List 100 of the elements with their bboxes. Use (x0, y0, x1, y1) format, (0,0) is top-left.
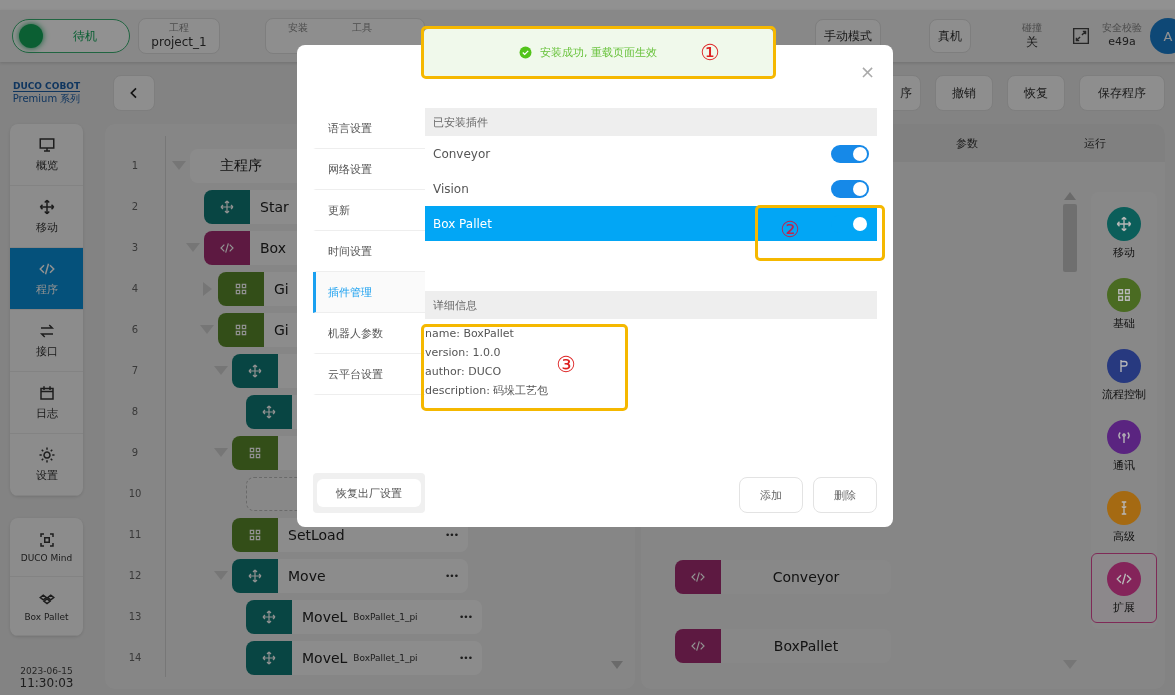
monitor-icon (37, 136, 56, 154)
section-heading: 已安装插件 (425, 108, 877, 136)
line-number: 13 (127, 611, 143, 622)
palette-label: 高级 (1113, 528, 1135, 544)
success-check-icon (519, 46, 532, 59)
settings-menu-item[interactable]: 网络设置 (313, 149, 425, 190)
settings-menu-item[interactable]: 机器人参数 (313, 313, 425, 354)
block-label: Move (288, 567, 326, 584)
settings-menu-item[interactable]: 云平台设置 (313, 354, 425, 395)
block-label: SetLoad (288, 526, 345, 543)
toggle-switch[interactable] (831, 144, 869, 163)
line-number: 8 (130, 406, 140, 417)
block-label: Star (260, 198, 289, 215)
target-button[interactable]: 真机 (929, 19, 971, 53)
line-number: 11 (127, 529, 143, 540)
palette-item[interactable]: 通讯 (1091, 411, 1157, 481)
palette-label: 移动 (1113, 244, 1135, 260)
detail-line: version: 1.0.0 (425, 345, 501, 361)
dialog-button[interactable]: 删除 (813, 477, 877, 513)
detail-line: author: DUCO (425, 364, 502, 380)
block-parameter: BoxPallet_1_pi (353, 611, 418, 622)
block-label: Gi (274, 280, 289, 297)
code-icon (690, 638, 706, 654)
section-heading: 详细信息 (425, 291, 877, 319)
dialog-button[interactable]: 添加 (739, 477, 803, 513)
block-label: MoveL (302, 649, 348, 666)
plugin-name: Vision (433, 181, 469, 196)
plugin-row[interactable]: Conveyor (425, 136, 877, 171)
block-label: Conveyor (772, 569, 840, 585)
line-number: 6 (130, 324, 140, 335)
four-way-arrow-icon (37, 198, 56, 216)
scan-frame-icon (37, 531, 56, 549)
toolbar-button[interactable]: 保存程序 (1079, 75, 1165, 111)
nav-item[interactable]: 接口 (10, 310, 83, 372)
toolbar-button[interactable]: 撤销 (935, 75, 993, 111)
brand-logo: DUCO COBOT (12, 80, 81, 92)
install-caption: 安装 (288, 22, 308, 34)
series-label: Premium 系列 (12, 91, 81, 106)
back-button[interactable] (113, 75, 155, 111)
block-parameter: BoxPallet_1_pi (353, 652, 418, 663)
factory-reset-button[interactable]: 恢复出厂设置 (317, 479, 421, 507)
more-menu[interactable]: ••• (445, 570, 458, 581)
toggle-switch[interactable] (831, 179, 869, 198)
more-menu[interactable]: ••• (459, 652, 472, 663)
time-label: 11:30:03 (19, 676, 74, 690)
block-label: Box (260, 239, 287, 256)
column-header: 参数 (956, 135, 978, 151)
code-icon (690, 569, 706, 585)
toolbar-button[interactable]: 恢复 (1007, 75, 1065, 111)
palette-item[interactable]: 基础 (1091, 269, 1157, 339)
status-label: 待机 (73, 27, 97, 45)
line-number: 9 (130, 447, 140, 458)
palette-item[interactable]: 扩展 (1091, 553, 1157, 623)
more-menu[interactable]: ••• (459, 611, 472, 622)
calendar-icon (37, 384, 56, 402)
nav-item[interactable]: 日志 (10, 372, 83, 434)
palette-item[interactable]: 流程控制 (1091, 340, 1157, 410)
palette-item[interactable]: 高级 (1091, 482, 1157, 552)
annotation-number: ① (700, 42, 720, 64)
line-number: 7 (130, 365, 140, 376)
status-dot-icon (19, 24, 43, 48)
line-number: 3 (130, 242, 140, 253)
settings-menu-item[interactable]: 插件管理 (313, 272, 425, 313)
plugin-row[interactable]: Vision (425, 171, 877, 206)
detail-line: name: BoxPallet (425, 326, 514, 342)
safety-checksum: e49a (1108, 34, 1136, 50)
plugin-name: Conveyor (433, 146, 491, 161)
expand-icon[interactable] (1070, 25, 1092, 47)
nav-item[interactable]: 概览 (10, 124, 83, 186)
annotation-number: ② (780, 219, 800, 241)
four-way-arrow-icon (261, 403, 277, 420)
settings-icon (37, 446, 56, 464)
four-way-arrow-icon (1115, 214, 1133, 233)
block-label: MoveL (302, 608, 348, 625)
more-menu[interactable]: ••• (445, 529, 458, 540)
block-label: BoxPallet (773, 638, 839, 654)
collision-value: 关 (1025, 34, 1038, 50)
four-way-arrow-icon (219, 198, 235, 215)
palette-label: 流程控制 (1102, 386, 1146, 402)
palette-label: 扩展 (1113, 599, 1135, 615)
plugin-nav-item[interactable]: Box Pallet (10, 577, 83, 636)
program-block[interactable]: MoveL BoxPallet_1_pi ••• (246, 599, 482, 634)
four-way-arrow-icon (261, 649, 277, 666)
scroll-down-icon[interactable] (611, 661, 623, 669)
user-avatar[interactable]: A (1150, 18, 1175, 54)
four-way-arrow-icon (247, 567, 263, 584)
line-number: 4 (130, 283, 140, 294)
nav-item[interactable]: 程序 (10, 248, 83, 310)
line-number: 12 (127, 570, 143, 581)
column-header: 运行 (1084, 135, 1106, 151)
four-way-arrow-icon (247, 362, 263, 379)
line-number: 14 (127, 652, 143, 663)
palette-item[interactable]: 移动 (1091, 198, 1157, 268)
program-block[interactable]: Move ••• (232, 558, 468, 593)
plugin-nav-item[interactable]: DUCO Mind (10, 518, 83, 577)
nav-item[interactable]: 设置 (10, 434, 83, 496)
program-block[interactable]: MoveL BoxPallet_1_pi ••• (246, 640, 482, 675)
palette-label: 通讯 (1113, 457, 1135, 473)
four-way-arrow-icon (261, 608, 277, 625)
line-number: 10 (127, 488, 143, 499)
